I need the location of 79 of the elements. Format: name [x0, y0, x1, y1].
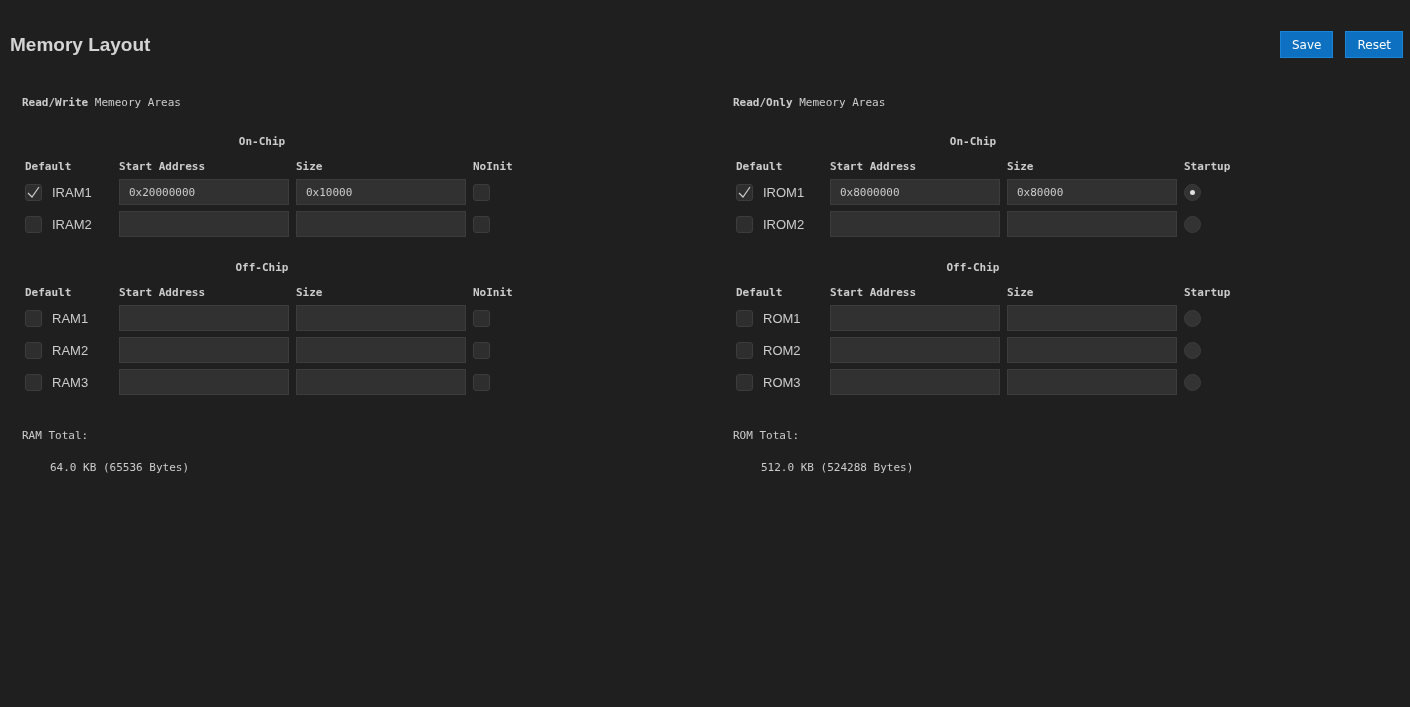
start-address-field[interactable]: [830, 305, 1000, 331]
total-label: RAM Total:: [22, 429, 90, 442]
default-checkbox[interactable]: [25, 183, 42, 201]
section-heading: Read/Write Memeory Areas: [22, 96, 182, 109]
group-title: On-Chip: [237, 135, 287, 148]
size-field[interactable]: [1007, 211, 1177, 237]
region-label: IROM1: [763, 184, 805, 200]
noinit-checkbox[interactable]: [473, 373, 490, 391]
startup-radio[interactable]: [1184, 341, 1201, 359]
size-field[interactable]: [1007, 337, 1177, 363]
startup-radio[interactable]: [1184, 309, 1201, 327]
column-header: Default: [736, 160, 784, 173]
reset-button[interactable]: Reset: [1345, 31, 1403, 58]
region-label: IRAM1: [52, 184, 92, 200]
region-label: ROM1: [763, 310, 801, 326]
save-button[interactable]: Save: [1280, 31, 1334, 58]
column-header: Size: [296, 286, 324, 299]
start-address-field[interactable]: 0x20000000: [119, 179, 289, 205]
start-address-field[interactable]: [830, 369, 1000, 395]
region-label: RAM3: [52, 374, 89, 390]
region-label: ROM2: [763, 342, 801, 358]
start-address-field[interactable]: [119, 211, 289, 237]
noinit-checkbox[interactable]: [473, 215, 490, 233]
size-field[interactable]: [1007, 369, 1177, 395]
size-field[interactable]: [296, 337, 466, 363]
total-value: 512.0 KB (524288 Bytes): [761, 461, 915, 474]
column-header: Start Address: [830, 286, 918, 299]
column-header: Size: [1007, 286, 1035, 299]
group-title: Off-Chip: [234, 261, 290, 274]
group-title: Off-Chip: [945, 261, 1001, 274]
noinit-checkbox[interactable]: [473, 183, 490, 201]
group-title: On-Chip: [948, 135, 998, 148]
default-checkbox[interactable]: [736, 373, 753, 391]
column-header: Default: [25, 286, 73, 299]
start-address-field[interactable]: [119, 337, 289, 363]
total-value: 64.0 KB (65536 Bytes): [50, 461, 191, 474]
default-checkbox[interactable]: [25, 341, 42, 359]
region-label: RAM2: [52, 342, 89, 358]
region-label: RAM1: [52, 310, 89, 326]
start-address-field[interactable]: 0x8000000: [830, 179, 1000, 205]
size-field[interactable]: [296, 305, 466, 331]
noinit-checkbox[interactable]: [473, 341, 490, 359]
page-title: Memory Layout: [10, 33, 151, 56]
size-field[interactable]: [296, 369, 466, 395]
default-checkbox[interactable]: [25, 373, 42, 391]
start-address-field[interactable]: [830, 211, 1000, 237]
default-checkbox[interactable]: [736, 215, 753, 233]
default-checkbox[interactable]: [736, 341, 753, 359]
column-header: Start Address: [119, 160, 207, 173]
default-checkbox[interactable]: [25, 215, 42, 233]
default-checkbox[interactable]: [736, 183, 753, 201]
column-header: Default: [25, 160, 73, 173]
size-field[interactable]: 0x80000: [1007, 179, 1177, 205]
size-field[interactable]: [1007, 305, 1177, 331]
column-header: Start Address: [119, 286, 207, 299]
column-header: Default: [736, 286, 784, 299]
region-label: IRAM2: [52, 216, 92, 232]
start-address-field[interactable]: [830, 337, 1000, 363]
column-header: Size: [1007, 160, 1035, 173]
region-label: IROM2: [763, 216, 805, 232]
start-address-field[interactable]: [119, 305, 289, 331]
column-header: Startup: [1184, 286, 1232, 299]
startup-radio[interactable]: [1184, 183, 1201, 201]
size-field[interactable]: [296, 211, 466, 237]
noinit-checkbox[interactable]: [473, 309, 490, 327]
start-address-field[interactable]: [119, 369, 289, 395]
startup-radio[interactable]: [1184, 215, 1201, 233]
region-label: ROM3: [763, 374, 801, 390]
column-header: NoInit: [473, 286, 514, 299]
column-header: NoInit: [473, 160, 514, 173]
section-heading: Read/Only Memeory Areas: [733, 96, 887, 109]
size-field[interactable]: 0x10000: [296, 179, 466, 205]
startup-radio[interactable]: [1184, 373, 1201, 391]
default-checkbox[interactable]: [736, 309, 753, 327]
default-checkbox[interactable]: [25, 309, 42, 327]
column-header: Size: [296, 160, 324, 173]
column-header: Startup: [1184, 160, 1232, 173]
total-label: ROM Total:: [733, 429, 801, 442]
column-header: Start Address: [830, 160, 918, 173]
